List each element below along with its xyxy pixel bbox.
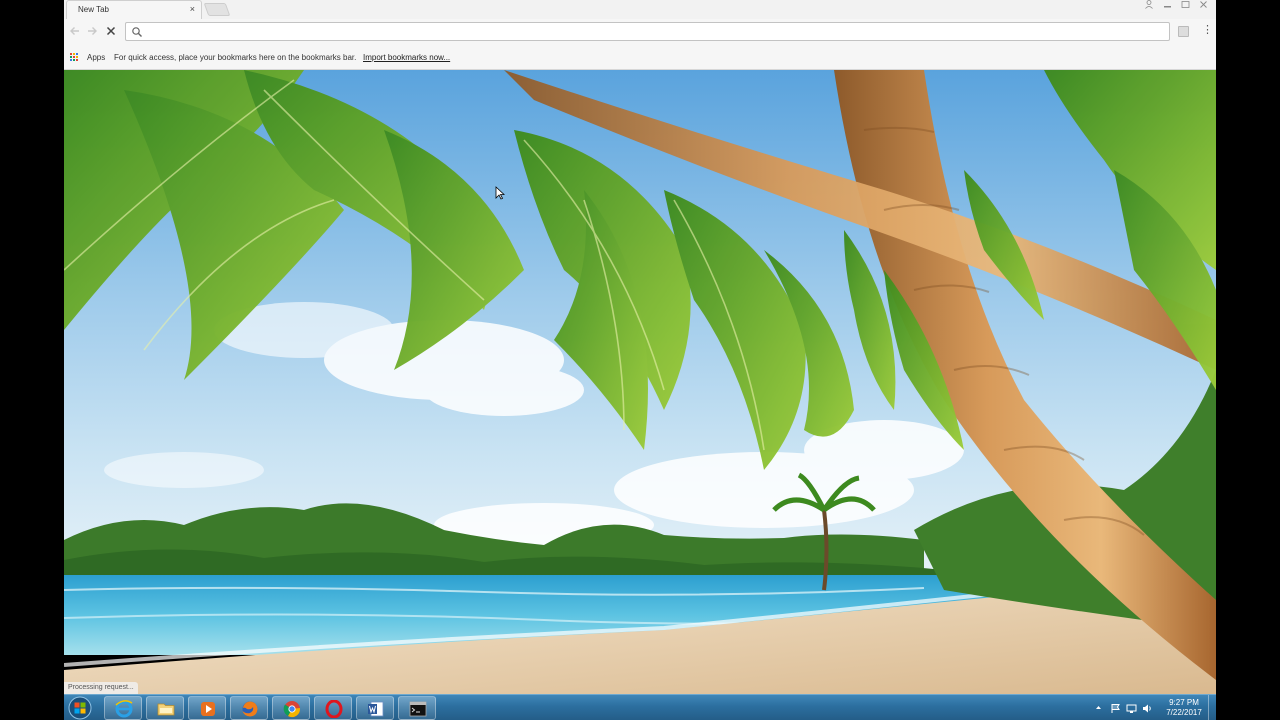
- apps-grid-icon: [70, 53, 79, 62]
- word-icon: [368, 701, 384, 717]
- maximize-button[interactable]: [1176, 0, 1194, 11]
- address-bar[interactable]: ☆: [125, 22, 1170, 41]
- tab-close-icon[interactable]: ×: [190, 4, 195, 14]
- search-icon: [132, 27, 142, 37]
- opera-icon: [325, 700, 343, 718]
- taskbar-app-word[interactable]: [356, 696, 394, 720]
- media-player-icon: [201, 702, 215, 716]
- stop-button[interactable]: [104, 25, 118, 39]
- taskbar-app-opera[interactable]: [314, 696, 352, 720]
- chrome-icon: [283, 701, 300, 718]
- arrow-left-icon: [70, 27, 79, 35]
- taskbar-app-chrome[interactable]: [272, 696, 310, 720]
- apps-label: Apps: [87, 53, 106, 62]
- mouse-cursor: [495, 186, 505, 200]
- taskbar-app-explorer[interactable]: [146, 696, 184, 720]
- back-button[interactable]: [68, 25, 82, 39]
- address-input[interactable]: [148, 24, 1148, 39]
- taskbar-clock[interactable]: 9:27 PM 7/22/2017: [1162, 698, 1206, 718]
- user-icon[interactable]: [1140, 0, 1158, 11]
- clock-date: 7/22/2017: [1166, 708, 1202, 717]
- window-controls: [1140, 0, 1212, 12]
- import-bookmarks-link[interactable]: Import bookmarks now...: [363, 53, 450, 62]
- folder-icon: [157, 703, 175, 716]
- ie-icon: [115, 700, 133, 718]
- bookmarks-bar: Apps For quick access, place your bookma…: [64, 45, 1216, 70]
- clock-time: 9:27 PM: [1169, 698, 1199, 707]
- show-desktop-button[interactable]: [1208, 695, 1216, 720]
- taskbar-app-media-player[interactable]: [188, 696, 226, 720]
- arrow-right-icon: [88, 27, 97, 35]
- bookmarks-hint: For quick access, place your bookmarks h…: [114, 53, 357, 62]
- new-tab-button[interactable]: [203, 3, 231, 16]
- tab-strip: New Tab ×: [64, 0, 1216, 19]
- windows-orb-icon: [68, 696, 92, 720]
- status-bubble: Processing request...: [64, 682, 138, 694]
- taskbar-app-cmd[interactable]: [398, 696, 436, 720]
- forward-button[interactable]: [85, 25, 99, 39]
- browser-toolbar: ☆ ⋮: [64, 19, 1216, 45]
- apps-button[interactable]: Apps: [70, 52, 105, 63]
- firefox-icon: [242, 701, 258, 717]
- show-hidden-icons-icon[interactable]: [1095, 704, 1102, 711]
- action-center-flag-icon[interactable]: [1110, 703, 1121, 714]
- start-button[interactable]: [65, 696, 95, 720]
- cmd-icon: [409, 701, 427, 717]
- new-tab-page: [64, 70, 1216, 694]
- close-window-button[interactable]: [1194, 0, 1212, 11]
- network-icon[interactable]: [1126, 703, 1137, 714]
- minimize-button[interactable]: [1158, 0, 1176, 11]
- close-icon: [106, 26, 116, 36]
- extension-icon[interactable]: [1178, 26, 1189, 37]
- taskbar: 9:27 PM 7/22/2017: [64, 694, 1216, 720]
- taskbar-app-ie[interactable]: [104, 696, 142, 720]
- taskbar-app-firefox[interactable]: [230, 696, 268, 720]
- beach-wallpaper: [64, 70, 1216, 694]
- screen: New Tab × ⋮ Apps For quick access, place…: [64, 0, 1216, 720]
- chrome-menu-icon[interactable]: ⋮: [1202, 24, 1213, 36]
- volume-icon[interactable]: [1142, 703, 1153, 714]
- tab-title: New Tab: [78, 5, 109, 14]
- tab-new-tab[interactable]: New Tab ×: [66, 0, 202, 19]
